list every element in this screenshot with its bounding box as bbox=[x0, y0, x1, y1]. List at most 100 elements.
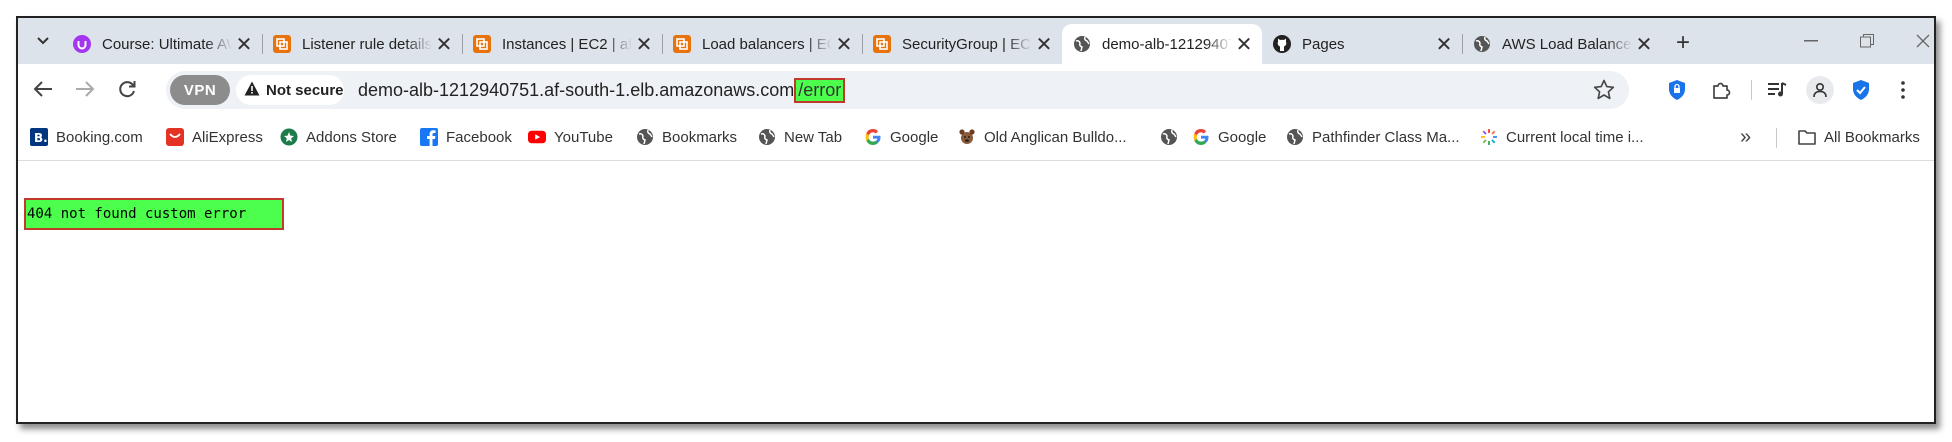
github-icon bbox=[1272, 34, 1292, 54]
url-text[interactable]: demo-alb-1212940751.af-south-1.elb.amazo… bbox=[358, 71, 846, 109]
security-extension-shield-icon[interactable] bbox=[1848, 77, 1874, 103]
password-manager-shield-icon[interactable] bbox=[1664, 77, 1690, 103]
close-tab-icon[interactable]: ✕ bbox=[1432, 32, 1456, 56]
bookmark-label: Pathfinder Class Ma... bbox=[1312, 128, 1460, 146]
globe-icon bbox=[758, 128, 776, 146]
close-tab-icon[interactable]: ✕ bbox=[1232, 32, 1256, 56]
aws-icon bbox=[672, 34, 692, 54]
bookmark-addons-store[interactable]: Addons Store bbox=[280, 126, 397, 148]
globe-icon bbox=[1286, 128, 1304, 146]
tab-search-chevron-icon[interactable] bbox=[32, 30, 54, 52]
addons-icon bbox=[280, 128, 298, 146]
profile-avatar-icon[interactable] bbox=[1806, 76, 1834, 104]
restore-icon[interactable] bbox=[1852, 26, 1882, 56]
bookmark-youtube[interactable]: YouTube bbox=[528, 126, 613, 148]
bookmark-booking[interactable]: B. Booking.com bbox=[30, 126, 143, 148]
warning-icon bbox=[244, 81, 260, 100]
clock-icon bbox=[1480, 128, 1498, 146]
tab-listener-rule[interactable]: Listener rule details ✕ bbox=[262, 24, 463, 64]
more-bookmarks-chevron-icon[interactable]: » bbox=[1740, 126, 1751, 149]
bookmark-pathfinder[interactable]: Pathfinder Class Ma... bbox=[1286, 126, 1460, 148]
bookmark-label: Bookmarks bbox=[662, 128, 738, 146]
close-tab-icon[interactable]: ✕ bbox=[1632, 32, 1656, 56]
tab-title: Course: Ultimate AWS Certified Solutions… bbox=[102, 35, 232, 53]
udemy-icon bbox=[72, 34, 92, 54]
tab-title: demo-alb-1212940751 bbox=[1102, 35, 1232, 53]
tab-security-group[interactable]: SecurityGroup | EC2 ✕ bbox=[862, 24, 1062, 64]
globe-icon bbox=[1472, 34, 1492, 54]
tab-aws-load-balancer[interactable]: AWS Load Balancer ✕ bbox=[1462, 24, 1662, 64]
tab-demo-alb[interactable]: demo-alb-1212940751 ✕ bbox=[1062, 24, 1262, 64]
bookmark-label: Addons Store bbox=[306, 128, 397, 146]
tab-title: SecurityGroup | EC2 bbox=[902, 35, 1032, 53]
tab-strip: Course: Ultimate AWS Certified Solutions… bbox=[18, 18, 1934, 64]
bookmark-label: YouTube bbox=[554, 128, 613, 146]
globe-icon bbox=[636, 128, 654, 146]
media-queue-icon[interactable] bbox=[1764, 77, 1790, 103]
close-tab-icon[interactable]: ✕ bbox=[832, 32, 856, 56]
forward-arrow-icon[interactable] bbox=[68, 72, 102, 106]
bookmark-google-2[interactable]: Google bbox=[1192, 126, 1266, 148]
error-message: 404 not found custom error bbox=[24, 198, 284, 230]
bookmark-label: Google bbox=[890, 128, 939, 146]
url-host: demo-alb-1212940751.af-south-1.elb.amazo… bbox=[358, 79, 795, 100]
google-icon bbox=[864, 128, 882, 146]
more-menu-icon[interactable] bbox=[1890, 77, 1916, 103]
security-label: Not secure bbox=[266, 81, 344, 99]
site-info-button[interactable]: Not secure bbox=[236, 75, 344, 105]
browser-window: Course: Ultimate AWS Certified Solutions… bbox=[16, 16, 1936, 424]
tab-title: Pages bbox=[1302, 35, 1345, 53]
tab-title: Load balancers | EC2 bbox=[702, 35, 832, 53]
minimize-icon[interactable] bbox=[1796, 26, 1826, 56]
tab-title: AWS Load Balancer bbox=[1502, 35, 1632, 53]
new-tab-plus-icon[interactable]: + bbox=[1672, 29, 1694, 56]
globe-icon bbox=[1072, 34, 1092, 54]
all-bookmarks-button[interactable]: All Bookmarks bbox=[1798, 126, 1920, 148]
bookmark-label: Google bbox=[1218, 128, 1267, 146]
bookmark-unnamed[interactable] bbox=[1160, 126, 1186, 148]
youtube-icon bbox=[528, 128, 546, 146]
bookmark-new-tab[interactable]: New Tab bbox=[758, 126, 842, 148]
aws-icon bbox=[272, 34, 292, 54]
aliexpress-icon bbox=[166, 128, 184, 146]
facebook-icon bbox=[420, 128, 438, 146]
aws-icon bbox=[872, 34, 892, 54]
tab-course[interactable]: Course: Ultimate AWS Certified Solutions… bbox=[62, 24, 263, 64]
booking-icon: B. bbox=[30, 128, 48, 146]
globe-icon bbox=[1160, 128, 1178, 146]
close-tab-icon[interactable]: ✕ bbox=[632, 32, 656, 56]
bookmark-label: New Tab bbox=[784, 128, 843, 146]
page-content: 404 not found custom error bbox=[18, 161, 1934, 422]
close-tab-icon[interactable]: ✕ bbox=[232, 32, 256, 56]
bookmark-old-anglican[interactable]: Old Anglican Bulldo... bbox=[958, 126, 1127, 148]
close-window-icon[interactable] bbox=[1908, 26, 1934, 56]
bookmark-facebook[interactable]: Facebook bbox=[420, 126, 512, 148]
url-path-highlight: /error bbox=[794, 77, 846, 103]
bookmark-label: Booking.com bbox=[56, 128, 143, 146]
bookmark-label: Old Anglican Bulldo... bbox=[984, 128, 1127, 146]
bookmark-google[interactable]: Google bbox=[864, 126, 938, 148]
close-tab-icon[interactable]: ✕ bbox=[432, 32, 456, 56]
tab-instances[interactable]: Instances | EC2 | af-south-1 ✕ bbox=[462, 24, 663, 64]
navigation-toolbar: VPN Not secure demo-alb-1212940751.af-so… bbox=[18, 64, 1934, 114]
address-bar[interactable]: VPN Not secure demo-alb-1212940751.af-so… bbox=[166, 71, 1629, 109]
all-bookmarks-label: All Bookmarks bbox=[1824, 128, 1920, 146]
tab-title: Listener rule details bbox=[302, 35, 432, 53]
bookmark-label: Facebook bbox=[446, 128, 512, 146]
reload-icon[interactable] bbox=[110, 72, 144, 106]
vpn-button[interactable]: VPN bbox=[170, 75, 230, 105]
bookmarks-divider bbox=[1776, 128, 1777, 148]
vpn-label: VPN bbox=[183, 81, 217, 99]
tab-load-balancers[interactable]: Load balancers | EC2 ✕ bbox=[662, 24, 863, 64]
bookmark-label: Current local time i... bbox=[1506, 128, 1644, 146]
tab-pages[interactable]: Pages ✕ bbox=[1262, 24, 1463, 64]
back-arrow-icon[interactable] bbox=[26, 72, 60, 106]
extensions-puzzle-icon[interactable] bbox=[1708, 77, 1734, 103]
svg-text:B.: B. bbox=[34, 131, 48, 145]
bookmark-aliexpress[interactable]: AliExpress bbox=[166, 126, 263, 148]
bookmark-bookmarks[interactable]: Bookmarks bbox=[636, 126, 737, 148]
bookmark-current-local-time[interactable]: Current local time i... bbox=[1480, 126, 1644, 148]
bookmark-star-icon[interactable] bbox=[1591, 77, 1617, 103]
bookmark-label: AliExpress bbox=[192, 128, 263, 146]
close-tab-icon[interactable]: ✕ bbox=[1032, 32, 1056, 56]
